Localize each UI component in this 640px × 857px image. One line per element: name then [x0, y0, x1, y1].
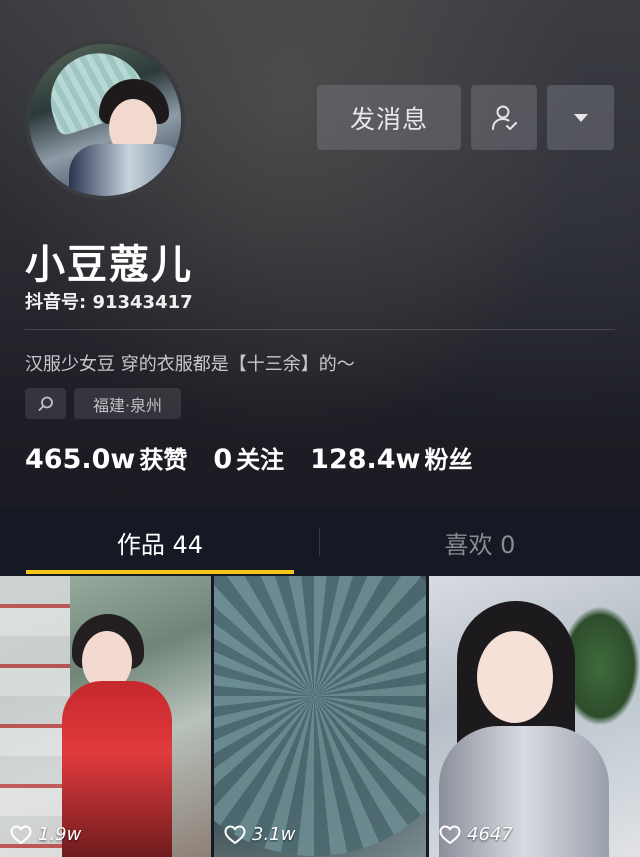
video-like-count: 4647: [439, 824, 513, 845]
user-check-icon: [492, 105, 517, 130]
video-thumbnail[interactable]: 3.1w: [214, 576, 426, 857]
tab-likes[interactable]: 喜欢 0: [320, 508, 640, 576]
video-like-value: 1.9w: [38, 824, 82, 845]
header-divider: [25, 329, 615, 330]
tab-works-label: 作品 44: [116, 530, 204, 559]
video-like-value: 4647: [467, 824, 513, 845]
search-icon: [38, 396, 53, 411]
stat-fans[interactable]: 128.4w 粉丝: [310, 440, 472, 475]
heart-icon: [224, 824, 246, 844]
thumb-vending-machine: [0, 576, 70, 857]
following-label: 关注: [236, 446, 285, 474]
profile-bio: 汉服少女豆 穿的衣服都是【十三余】的～: [25, 354, 355, 375]
profile-name: 小豆蔻儿: [25, 242, 193, 288]
heart-icon: [439, 824, 461, 844]
profile-stats: 465.0w 获赞 0 关注 128.4w 粉丝: [25, 440, 499, 475]
thumb-face: [477, 631, 553, 723]
thumb-umbrella: [214, 576, 426, 856]
avatar[interactable]: [25, 40, 185, 200]
likes-count: 465.0w: [25, 444, 136, 475]
video-thumbnail[interactable]: 4647: [429, 576, 640, 857]
heart-icon: [10, 824, 32, 844]
active-tab-indicator: [26, 570, 294, 574]
fans-label: 粉丝: [424, 446, 473, 474]
more-options-button[interactable]: [547, 85, 614, 150]
douyin-id: 抖音号: 91343417: [25, 292, 193, 313]
caret-down-icon: [573, 113, 588, 122]
video-like-count: 3.1w: [224, 824, 295, 845]
video-like-value: 3.1w: [252, 824, 296, 845]
fans-count: 128.4w: [310, 444, 421, 475]
follow-button[interactable]: [471, 85, 537, 150]
video-grid: 1.9w 3.1w 4647: [0, 576, 640, 857]
likes-label: 获赞: [139, 446, 188, 474]
stat-likes[interactable]: 465.0w 获赞: [25, 440, 187, 475]
video-like-count: 1.9w: [10, 824, 81, 845]
avatar-robe: [69, 144, 181, 196]
location-tag[interactable]: 福建·泉州: [74, 388, 181, 419]
tab-likes-label: 喜欢 0: [444, 530, 516, 559]
tab-works[interactable]: 作品 44: [0, 508, 320, 576]
video-thumbnail[interactable]: 1.9w: [0, 576, 211, 857]
stat-following[interactable]: 0 关注: [213, 440, 284, 475]
send-message-button[interactable]: 发消息: [317, 85, 461, 150]
search-tag[interactable]: [25, 388, 66, 419]
profile-tabs: 作品 44 喜欢 0: [0, 508, 640, 576]
following-count: 0: [213, 444, 233, 475]
